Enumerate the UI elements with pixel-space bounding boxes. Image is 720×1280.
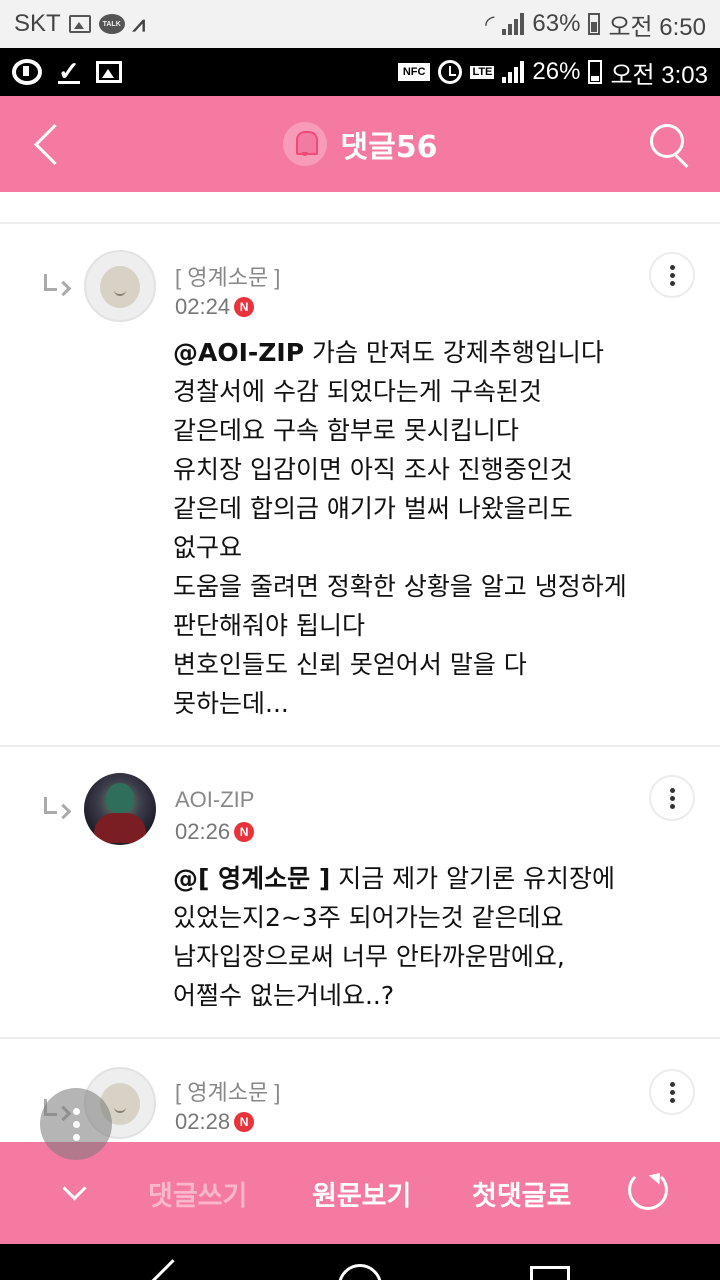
comment-time: 02:28 N	[175, 1109, 255, 1135]
mention-link[interactable]: @[ 영계소문 ]	[173, 864, 330, 893]
mention-link[interactable]: @AOI-ZIP	[173, 338, 304, 367]
comment-line: 어쩔수 없는거네요..?	[173, 981, 395, 1010]
kakaotalk-icon: TALK	[98, 14, 125, 34]
comment-line: 없구요	[173, 533, 243, 562]
inner-status-bar: ✓ NFC LTE 26% 오전 3:03	[0, 48, 720, 96]
comment-time-text: 02:24	[175, 294, 231, 319]
page-title: 댓글56	[340, 130, 438, 165]
chevron-down-icon[interactable]	[60, 1178, 88, 1206]
header-title-group: 댓글56	[0, 118, 720, 170]
new-badge: N	[234, 1112, 255, 1132]
alarm-icon	[438, 60, 463, 84]
comment-time: 02:26 N	[175, 819, 255, 845]
comment-line: 있었는지2~3주 되어가는것 같은데요	[173, 903, 564, 932]
more-options-icon[interactable]	[649, 252, 695, 298]
comment-author[interactable]: AOI-ZIP	[175, 787, 254, 813]
comment-body: @AOI-ZIP 가슴 만져도 강제추행입니다 경찰서에 수감 되었다는게 구속…	[173, 333, 693, 723]
u-app-icon	[12, 59, 42, 85]
more-options-icon[interactable]	[649, 775, 695, 821]
comment-item[interactable]: [ 영계소문 ] 02:24 N @AOI-ZIP 가슴 만져도 강제추행입니다…	[0, 224, 720, 747]
comment-list[interactable]: [ 영계소문 ] 02:24 N @AOI-ZIP 가슴 만져도 강제추행입니다…	[0, 192, 720, 1142]
new-badge: N	[234, 297, 255, 317]
comment-line: 유치장 입감이면 아직 조사 진행중인것	[173, 455, 573, 484]
comment-line: 경찰서에 수감 되었다는게 구속된것	[173, 377, 542, 406]
avatar[interactable]	[84, 773, 156, 845]
comment-item[interactable]: AOI-ZIP 02:26 N @[ 영계소문 ] 지금 제가 알기론 유치장에…	[0, 747, 720, 1039]
nav-home-icon[interactable]	[338, 1264, 382, 1280]
search-icon[interactable]	[646, 120, 694, 168]
download-check-icon: ✓	[58, 55, 80, 86]
clock: 오전 6:50	[608, 13, 706, 41]
comment-line: @AOI-ZIP 가슴 만져도 강제추행입니다	[173, 333, 693, 372]
comment-time-text: 02:26	[175, 819, 231, 844]
signal-icon	[502, 61, 525, 83]
comment-line: 도움을 줄려면 정확한 상황을 알고 냉정하게	[173, 572, 627, 601]
nav-back-icon[interactable]	[152, 1262, 182, 1280]
bottom-action-bar: 댓글쓰기 원문보기 첫댓글로	[0, 1142, 720, 1244]
bell-icon[interactable]	[282, 122, 327, 166]
lte-icon: LTE	[470, 65, 495, 79]
comment-line: 못하는데...	[173, 689, 289, 718]
comment-text: 지금 제가 알기론 유치장에	[338, 864, 616, 893]
reply-arrow-icon	[44, 274, 70, 294]
comment-time-text: 02:28	[175, 1109, 231, 1134]
nfc-icon: NFC	[397, 63, 431, 81]
system-nav-bar	[0, 1244, 720, 1280]
signal-icon	[502, 13, 525, 35]
gallery-icon	[95, 61, 122, 83]
comment-author[interactable]: [ 영계소문 ]	[175, 260, 280, 292]
more-options-icon[interactable]	[649, 1069, 695, 1115]
comment-line: 남자입장으로써 너무 안타까운맘에요,	[173, 942, 565, 971]
battery-icon	[588, 13, 601, 35]
first-comment-button[interactable]: 첫댓글로	[472, 1174, 571, 1213]
clock: 오전 3:03	[610, 61, 708, 89]
comment-line: 판단해줘야 됩니다	[173, 611, 365, 640]
comment-line: 변호인들도 신뢰 못얻어서 말을 다	[173, 650, 527, 679]
battery-percent: 26%	[532, 58, 581, 85]
refresh-icon[interactable]	[628, 1170, 668, 1210]
comment-author[interactable]: [ 영계소문 ]	[175, 1075, 280, 1107]
comment-line: 같은데요 구속 함부로 못시킵니다	[173, 416, 519, 445]
app-header: 댓글56	[0, 96, 720, 192]
comment-line: 같은데 합의금 얘기가 벌써 나왔을리도	[173, 494, 573, 523]
floating-menu-button[interactable]	[40, 1088, 112, 1160]
carrier-label: SKT	[14, 10, 61, 37]
list-divider	[0, 192, 720, 224]
comment-text: 가슴 만져도 강제추행입니다	[311, 338, 604, 367]
new-badge: N	[234, 822, 255, 842]
v-app-icon: ⩘	[132, 11, 146, 36]
outer-status-bar: SKT TALK ⩘ ◜ 63% 오전 6:50	[0, 0, 720, 48]
avatar[interactable]	[84, 250, 156, 322]
reply-arrow-icon	[44, 797, 70, 817]
battery-icon	[588, 60, 603, 84]
comment-body: @[ 영계소문 ] 지금 제가 알기론 유치장에 있었는지2~3주 되어가는것 …	[173, 859, 693, 1015]
comment-line: @[ 영계소문 ] 지금 제가 알기론 유치장에	[173, 859, 693, 898]
nav-recent-apps-icon[interactable]	[530, 1266, 570, 1280]
gallery-icon	[68, 15, 91, 33]
comment-time: 02:24 N	[175, 294, 255, 320]
battery-percent: 63%	[532, 10, 581, 37]
wifi-icon: ◜	[485, 10, 495, 38]
write-comment-button[interactable]: 댓글쓰기	[148, 1174, 247, 1213]
view-original-button[interactable]: 원문보기	[312, 1174, 411, 1213]
